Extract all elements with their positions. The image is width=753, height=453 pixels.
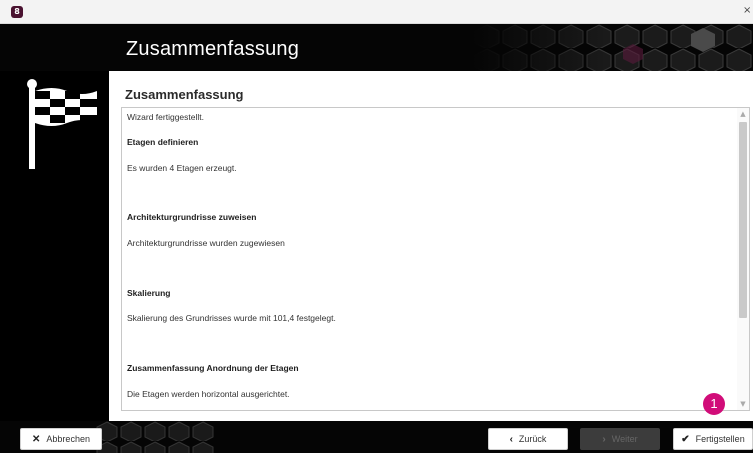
finish-flag-icon bbox=[27, 79, 97, 169]
wizard-title: Zusammenfassung bbox=[126, 38, 300, 60]
summary-heading-floors: Etagen definieren bbox=[127, 137, 199, 147]
summary-line-floors: Es wurden 4 Etagen erzeugt. bbox=[127, 163, 237, 173]
section-heading: Zusammenfassung bbox=[125, 87, 244, 102]
summary-heading-arrangement: Zusammenfassung Anordnung der Etagen bbox=[127, 363, 299, 373]
summary-line-scaling: Skalierung des Grundrisses wurde mit 101… bbox=[127, 313, 336, 323]
summary-heading-scaling: Skalierung bbox=[127, 288, 171, 298]
close-icon[interactable]: × bbox=[743, 4, 753, 18]
vertical-scrollbar[interactable]: ▲ ▼ bbox=[737, 108, 749, 410]
x-icon: ✕ bbox=[32, 433, 41, 445]
finish-button-label: Fertigstellen bbox=[695, 434, 745, 444]
cancel-button[interactable]: ✕ Abbrechen bbox=[20, 428, 102, 450]
callout-badge: 1 bbox=[703, 393, 725, 415]
summary-textbox[interactable]: Wizard fertiggestellt. Etagen definieren… bbox=[121, 107, 750, 411]
window-titlebar: 8 × bbox=[0, 0, 753, 24]
summary-line-arrangement: Die Etagen werden horizontal ausgerichte… bbox=[127, 389, 290, 399]
app-icon: 8 bbox=[11, 6, 23, 18]
wizard-footer: ✕ Abbrechen ‹ Zurück › Weiter ✔ Fertigst… bbox=[0, 421, 753, 453]
summary-line-floorplans: Architekturgrundrisse wurden zugewiesen bbox=[127, 238, 285, 248]
summary-heading-floorplans: Architekturgrundrisse zuweisen bbox=[127, 212, 257, 222]
cancel-button-label: Abbrechen bbox=[46, 434, 90, 444]
wizard-header: Zusammenfassung bbox=[0, 24, 753, 71]
back-button-label: Zurück bbox=[518, 434, 547, 444]
hex-pattern-decoration bbox=[473, 24, 753, 71]
scrollbar-thumb[interactable] bbox=[739, 122, 747, 318]
hex-pattern-decoration bbox=[95, 421, 215, 453]
chevron-right-icon: › bbox=[602, 433, 606, 445]
check-icon: ✔ bbox=[681, 433, 690, 445]
scroll-down-icon[interactable]: ▼ bbox=[737, 398, 749, 410]
next-button[interactable]: › Weiter bbox=[580, 428, 660, 450]
scroll-up-icon[interactable]: ▲ bbox=[737, 108, 749, 120]
next-button-label: Weiter bbox=[611, 434, 638, 444]
wizard-sidebar bbox=[0, 71, 109, 421]
finish-button[interactable]: ✔ Fertigstellen bbox=[673, 428, 753, 450]
chevron-left-icon: ‹ bbox=[509, 433, 513, 445]
summary-line-status: Wizard fertiggestellt. bbox=[127, 112, 204, 122]
back-button[interactable]: ‹ Zurück bbox=[488, 428, 568, 450]
wizard-content: Zusammenfassung Wizard fertiggestellt. E… bbox=[109, 71, 753, 421]
